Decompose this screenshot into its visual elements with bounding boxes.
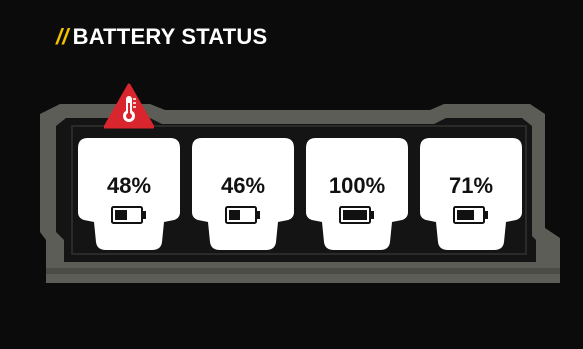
thermometer-warning-icon xyxy=(104,83,154,129)
battery-level-icon xyxy=(339,206,374,224)
battery-percent-label: 100% xyxy=(328,173,386,198)
battery-percent-label: 71% xyxy=(448,173,494,198)
battery-pack-1: 48% xyxy=(78,138,180,250)
battery-level-icon xyxy=(111,206,146,224)
battery-pack-2: 46% xyxy=(192,138,294,250)
battery-pack-4: 71% xyxy=(420,138,522,250)
battery-pack-3: 100% xyxy=(306,138,408,250)
battery-percent-label: 46% xyxy=(220,173,266,198)
battery-level-icon xyxy=(453,206,488,224)
battery-percent-label: 48% xyxy=(106,173,152,198)
battery-level-icon xyxy=(225,206,260,224)
